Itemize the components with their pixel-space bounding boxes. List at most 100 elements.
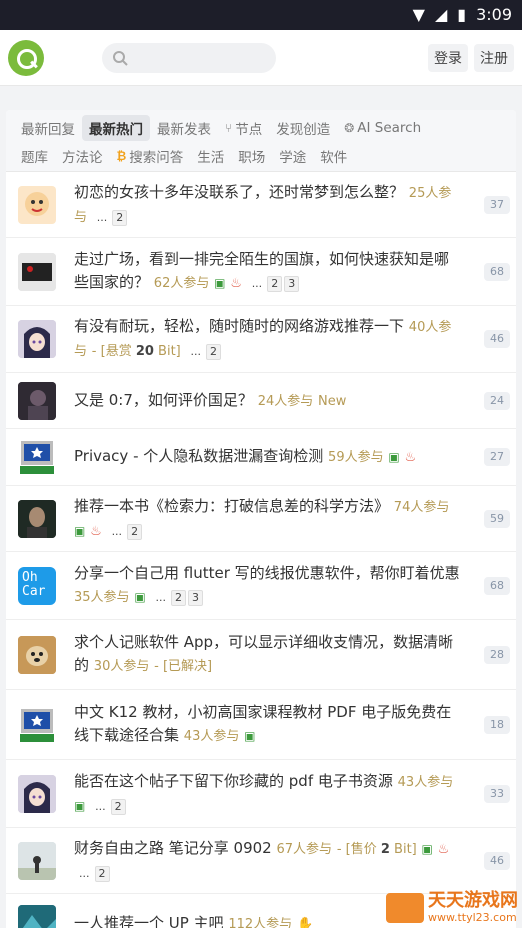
watermark-url: www.ttyl23.com [428, 911, 517, 924]
topic-card: 最新回复 最新热门 最新发表 ⑂ 节点 发现创造 ❂ AI Search 题库 方法… [6, 110, 516, 928]
page-link[interactable]: 2 [206, 344, 222, 360]
tab-software[interactable]: 软件 [313, 143, 354, 169]
tab-latest-post[interactable]: 最新发表 [150, 115, 218, 141]
tab-nodes-label: 节点 [235, 122, 263, 138]
branch-icon: ⑂ [225, 121, 233, 135]
topic-content: 又是 0:7，如何评价国足？ 24人参与 New [74, 389, 460, 413]
tab-latest-hot[interactable]: 最新热门 [82, 115, 150, 141]
page-link[interactable]: 2 [267, 276, 283, 292]
tab-ai-search[interactable]: ❂ AI Search [337, 117, 428, 139]
page-ellipsis: ... [111, 524, 123, 538]
topic-title[interactable]: 能否在这个帖子下留下你珍藏的 pdf 电子书资源 [74, 772, 393, 790]
image-icon: ▣ [421, 842, 433, 856]
participants: 67人参与 [276, 842, 333, 857]
signal-icon: ◢ [434, 5, 448, 24]
bitcoin-icon: ₿ [116, 149, 127, 163]
topic-title[interactable]: 初恋的女孩十多年没联系了，还时常梦到怎么整？ [74, 183, 404, 201]
tab-latest-reply[interactable]: 最新回复 [14, 115, 82, 141]
page-ellipsis: ... [96, 210, 108, 224]
page-link[interactable]: 2 [94, 866, 110, 882]
new-badge: New [318, 393, 347, 409]
topic-content: 推荐一本书《检索力：打破信息差的科学方法》 74人参与 ▣ ♨ ... 2 [74, 495, 460, 543]
tab-discover[interactable]: 发现创造 [269, 115, 337, 141]
page-link[interactable]: 3 [284, 276, 300, 292]
page-ellipsis: ... [251, 277, 263, 290]
tab-life[interactable]: 生活 [190, 143, 231, 169]
participants: 112人参与 [228, 916, 293, 928]
avatar[interactable] [18, 320, 56, 358]
tab-bar: 最新回复 最新热门 最新发表 ⑂ 节点 发现创造 ❂ AI Search 题库 方法… [6, 110, 516, 172]
avatar[interactable] [18, 185, 56, 224]
topic-title[interactable]: 中文 K12 教材，小初高国家课程教材 PDF 电子版免费在线下载途径合集 [74, 703, 451, 744]
participants: 43人参与 [397, 774, 454, 790]
avatar[interactable] [18, 499, 56, 538]
avatar[interactable] [18, 774, 56, 813]
reply-count: 37 [484, 195, 510, 214]
avatar[interactable] [18, 904, 56, 928]
tab-workplace[interactable]: 职场 [231, 143, 272, 169]
image-icon: ▣ [74, 523, 86, 538]
avatar[interactable] [18, 381, 56, 420]
avatar[interactable] [18, 841, 56, 880]
page-ellipsis: ... [190, 345, 202, 358]
topic-row[interactable]: 又是 0:7，如何评价国足？ 24人参与 New 24 [6, 373, 516, 429]
topic-row[interactable]: 走过广场，看到一排完全陌生的国旗，如何快速获知是哪些国家的？ 62人参与 ▣ ♨… [6, 238, 516, 306]
avatar[interactable] [18, 438, 56, 476]
topic-content: 分享一个自己用 flutter 写的线报优惠软件，帮你盯着优惠 35人参与 ▣ … [74, 562, 460, 609]
topic-content: 能否在这个帖子下留下你珍藏的 pdf 电子书资源 43人参与 ▣ ... 2 [74, 770, 460, 818]
topic-row[interactable]: 中文 K12 教材，小初高国家课程教材 PDF 电子版免费在线下载途径合集 43… [6, 690, 516, 760]
topic-row[interactable]: 初恋的女孩十多年没联系了，还时常梦到怎么整？ 25人参与 ... 2 37 [6, 172, 516, 238]
register-button[interactable]: 注册 [474, 44, 514, 72]
avatar[interactable] [18, 635, 56, 674]
participants: 62人参与 [153, 276, 210, 291]
page-link[interactable]: 3 [187, 590, 203, 606]
reply-count: 33 [484, 784, 510, 803]
topic-row[interactable]: Oh Car 分享一个自己用 flutter 写的线报优惠软件，帮你盯着优惠 35… [6, 552, 516, 620]
page-link[interactable]: 2 [170, 590, 186, 606]
reply-count: 28 [484, 645, 510, 664]
topic-row[interactable]: 能否在这个帖子下留下你珍藏的 pdf 电子书资源 43人参与 ▣ ... 2 33 [6, 760, 516, 828]
tab-nodes[interactable]: ⑂ 节点 [218, 115, 269, 141]
topic-title[interactable]: 分享一个自己用 flutter 写的线报优惠软件，帮你盯着优惠 [74, 564, 460, 582]
search-box[interactable] [102, 42, 276, 73]
avatar[interactable] [18, 252, 56, 291]
ohcar-logo: Oh Car [22, 569, 46, 599]
avatar[interactable] [18, 705, 56, 744]
price-tag: - [售价 2 Bit] [336, 842, 417, 857]
topic-title[interactable]: Privacy - 个人隐私数据泄漏查询检测 [74, 447, 323, 465]
topic-row[interactable]: 求个人记账软件 App，可以显示详细收支情况，数据清晰的 30人参与 - [已解… [6, 620, 516, 690]
topic-content: 走过广场，看到一排完全陌生的国旗，如何快速获知是哪些国家的？ 62人参与 ▣ ♨… [74, 248, 460, 295]
page-link[interactable]: 2 [110, 798, 126, 815]
participants: 74人参与 [393, 499, 450, 515]
topic-title[interactable]: 有没有耐玩，轻松，随时随时的网络游戏推荐一下 [74, 317, 404, 335]
image-icon: ▣ [244, 729, 256, 743]
topic-title[interactable]: 一人推荐一个 UP 主吧 [74, 914, 224, 928]
logo-icon[interactable] [8, 39, 44, 76]
topic-content: 中文 K12 教材，小初高国家课程教材 PDF 电子版免费在线下载途径合集 43… [74, 701, 460, 748]
tab-study[interactable]: 学途 [272, 143, 313, 169]
topic-row[interactable]: 财务自由之路 笔记分享 0902 67人参与 - [售价 2 Bit] ▣ ♨ … [6, 828, 516, 894]
topic-content: Privacy - 个人隐私数据泄漏查询检测 59人参与 ▣ ♨ [74, 445, 460, 469]
topic-row[interactable]: 推荐一本书《检索力：打破信息差的科学方法》 74人参与 ▣ ♨ ... 2 59 [6, 486, 516, 552]
search-input[interactable] [134, 50, 274, 65]
image-icon: ▣ [388, 450, 400, 464]
login-button[interactable]: 登录 [428, 44, 468, 72]
reply-count: 68 [484, 576, 510, 595]
page-link[interactable]: 2 [112, 209, 128, 226]
tab-methodology[interactable]: 方法论 [55, 143, 110, 169]
topic-title[interactable]: 财务自由之路 笔记分享 0902 [74, 839, 272, 857]
image-icon: ▣ [134, 590, 146, 604]
topic-title[interactable]: 推荐一本书《检索力：打破信息差的科学方法》 [74, 497, 389, 515]
participants: 24人参与 [257, 393, 314, 409]
topic-row[interactable]: 有没有耐玩，轻松，随时随时的网络游戏推荐一下 40人参与 - [悬赏 20 Bi… [6, 306, 516, 373]
page-link[interactable]: 2 [127, 523, 143, 540]
topic-title[interactable]: 又是 0:7，如何评价国足？ [74, 391, 253, 409]
reply-count: 68 [484, 262, 510, 281]
hand-icon: ✋ [296, 916, 314, 928]
reply-count: 46 [484, 851, 510, 870]
tab-search-qa[interactable]: ₿ 搜索问答 [110, 143, 191, 169]
participants: 30人参与 [93, 659, 150, 674]
avatar[interactable]: Oh Car [18, 566, 56, 605]
topic-row[interactable]: Privacy - 个人隐私数据泄漏查询检测 59人参与 ▣ ♨ 27 [6, 429, 516, 486]
tab-question-bank[interactable]: 题库 [14, 143, 55, 169]
